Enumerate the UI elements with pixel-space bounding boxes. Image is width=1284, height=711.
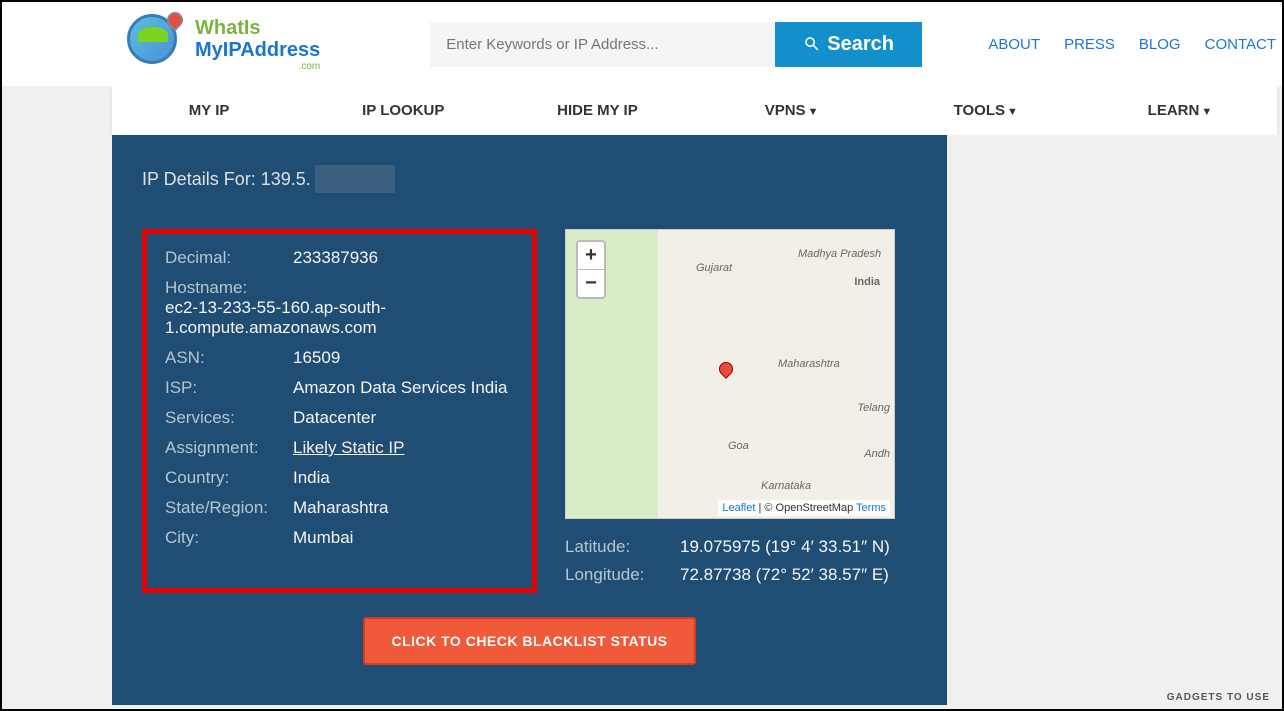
redacted-ip	[315, 165, 395, 193]
nav-vpns[interactable]: VPNS▼	[695, 86, 889, 135]
logo[interactable]: WhatIs MyIPAddress .com	[127, 14, 320, 74]
ip-details-box: Decimal:233387936 Hostname:ec2-13-233-55…	[142, 229, 537, 593]
label-country: Country:	[165, 468, 293, 488]
map-region-label: Andh	[864, 448, 890, 460]
logo-globe-icon	[127, 14, 187, 74]
value-longitude: 72.87738 (72° 52′ 38.57″ E)	[680, 565, 889, 585]
page-title: IP Details For: 139.5.	[142, 165, 917, 193]
value-isp: Amazon Data Services India	[293, 378, 508, 398]
zoom-in-button[interactable]: +	[578, 242, 604, 270]
nav-hide-my-ip[interactable]: HIDE MY IP	[500, 86, 694, 135]
value-city: Mumbai	[293, 528, 353, 548]
chevron-down-icon: ▼	[1201, 106, 1212, 118]
value-assignment-link[interactable]: Likely Static IP	[293, 438, 405, 458]
nav-tools[interactable]: TOOLS▼	[889, 86, 1083, 135]
value-latitude: 19.075975 (19° 4′ 33.51″ N)	[680, 537, 890, 557]
blacklist-button[interactable]: CLICK TO CHECK BLACKLIST STATUS	[363, 617, 695, 665]
link-terms[interactable]: Terms	[856, 502, 886, 514]
map-country-label: India	[854, 276, 880, 288]
value-decimal: 233387936	[293, 248, 378, 268]
nav-ip-lookup[interactable]: IP LOOKUP	[306, 86, 500, 135]
map-zoom-controls: + −	[576, 240, 606, 299]
label-asn: ASN:	[165, 348, 293, 368]
label-state: State/Region:	[165, 498, 293, 518]
main-nav: MY IP IP LOOKUP HIDE MY IP VPNS▼ TOOLS▼ …	[112, 86, 1277, 135]
link-leaflet[interactable]: Leaflet	[722, 502, 755, 514]
map-region-label: Maharashtra	[778, 358, 840, 370]
map[interactable]: Gujarat Madhya Pradesh India Maharashtra…	[565, 229, 895, 519]
map-region-label: Gujarat	[696, 262, 732, 274]
value-hostname: ec2-13-233-55-160.ap-south-1.compute.ama…	[165, 298, 514, 338]
value-state: Maharashtra	[293, 498, 388, 518]
link-contact[interactable]: CONTACT	[1205, 36, 1276, 53]
top-links: ABOUT PRESS BLOG CONTACT	[988, 36, 1282, 53]
nav-my-ip[interactable]: MY IP	[112, 86, 306, 135]
search-form: Search	[430, 22, 922, 67]
link-press[interactable]: PRESS	[1064, 36, 1115, 53]
zoom-out-button[interactable]: −	[578, 270, 604, 297]
coordinates: Latitude:19.075975 (19° 4′ 33.51″ N) Lon…	[565, 537, 917, 585]
chevron-down-icon: ▼	[1007, 106, 1018, 118]
value-services: Datacenter	[293, 408, 376, 428]
label-longitude: Longitude:	[565, 565, 680, 585]
chevron-down-icon: ▼	[808, 106, 819, 118]
label-services: Services:	[165, 408, 293, 428]
content-panel: IP Details For: 139.5. Decimal:233387936…	[112, 135, 947, 705]
label-isp: ISP:	[165, 378, 293, 398]
value-asn: 16509	[293, 348, 340, 368]
label-assignment: Assignment:	[165, 438, 293, 458]
search-icon	[803, 35, 821, 53]
map-region-label: Goa	[728, 440, 749, 452]
map-region-label: Madhya Pradesh	[798, 248, 881, 260]
map-region-label: Karnataka	[761, 480, 811, 492]
map-region-label: Telang	[857, 402, 890, 414]
label-decimal: Decimal:	[165, 248, 293, 268]
header: WhatIs MyIPAddress .com Search ABOUT PRE…	[2, 2, 1282, 86]
nav-learn[interactable]: LEARN▼	[1083, 86, 1277, 135]
label-latitude: Latitude:	[565, 537, 680, 557]
search-input[interactable]	[430, 22, 775, 67]
search-button[interactable]: Search	[775, 22, 922, 67]
value-country: India	[293, 468, 330, 488]
map-attribution: Leaflet | © OpenStreetMap Terms	[718, 500, 890, 516]
watermark: GADGETS TO USE	[1167, 692, 1270, 703]
label-hostname: Hostname:	[165, 278, 293, 298]
link-blog[interactable]: BLOG	[1139, 36, 1181, 53]
label-city: City:	[165, 528, 293, 548]
link-about[interactable]: ABOUT	[988, 36, 1040, 53]
logo-text: WhatIs MyIPAddress .com	[195, 17, 320, 72]
